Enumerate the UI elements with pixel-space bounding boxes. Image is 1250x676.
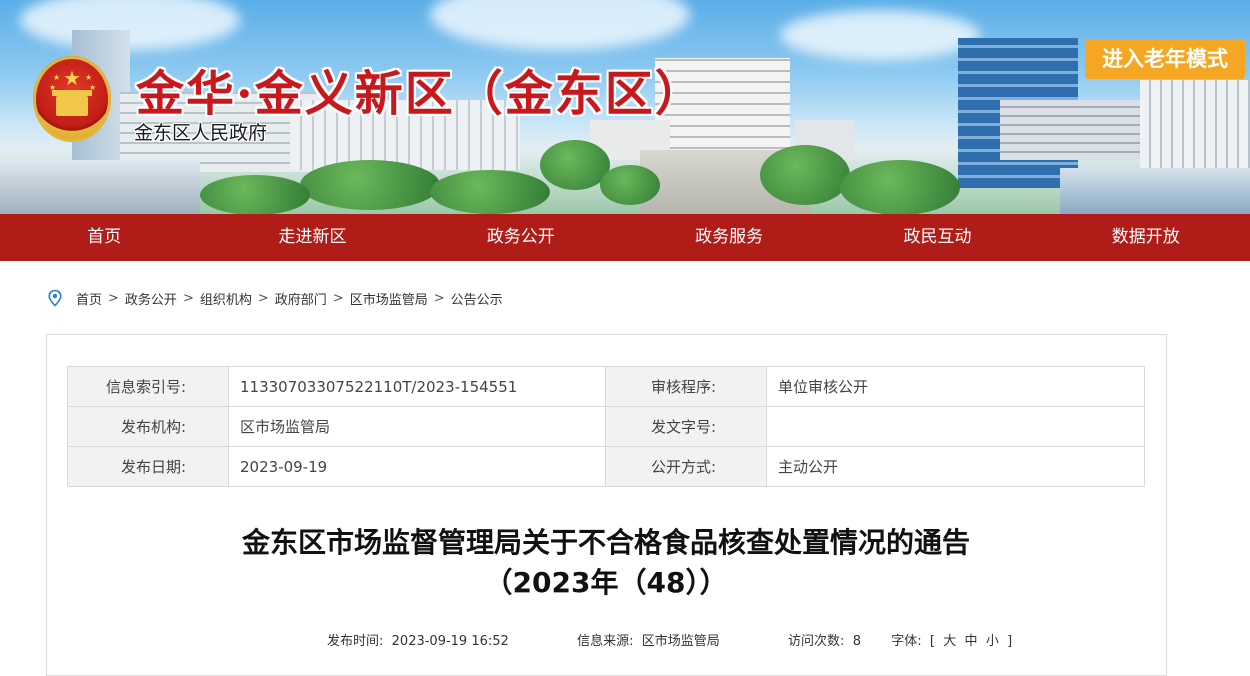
- index-value: 11330703307522110T/2023-154551: [228, 366, 606, 407]
- nav-item-gov-services[interactable]: 政务服务: [625, 214, 833, 261]
- building-image: [1140, 80, 1250, 170]
- nav-item-gov-affairs-open[interactable]: 政务公开: [417, 214, 625, 261]
- table-row: 发布机构: 区市场监管局 发文字号:: [67, 406, 1145, 447]
- breadcrumb-separator: >: [332, 290, 344, 306]
- table-row: 发布日期: 2023-09-19 公开方式: 主动公开: [67, 446, 1145, 487]
- breadcrumb-item[interactable]: 公告公示: [451, 289, 503, 308]
- site-subtitle: 金东区人民政府: [134, 122, 268, 144]
- font-size-medium-button[interactable]: 中: [965, 630, 978, 649]
- visits-count: 8: [852, 634, 861, 649]
- docno-value: [766, 406, 1145, 447]
- breadcrumb-separator: >: [433, 290, 445, 306]
- article-title-line: （2023年（48））: [484, 566, 728, 599]
- breadcrumb-separator: >: [108, 290, 119, 306]
- review-value: 单位审核公开: [766, 366, 1145, 407]
- breadcrumb-item[interactable]: 首页: [76, 289, 102, 308]
- publish-time-label: 发布时间:: [327, 634, 384, 649]
- main-nav: 首页 走进新区 政务公开 政务服务 政民互动 数据开放: [0, 214, 1250, 261]
- visits-label: 访问次数:: [788, 634, 845, 649]
- location-pin-icon: [48, 289, 62, 307]
- gate-icon: [52, 90, 92, 116]
- national-emblem-icon: ★ ★ ★ ★ ★: [33, 56, 111, 142]
- tree-image: [840, 160, 960, 214]
- tree-image: [300, 160, 440, 210]
- site-title: 金华·金义新区（金东区）: [136, 66, 705, 122]
- font-size-small-button[interactable]: 小: [986, 630, 999, 649]
- publish-time-value: 2023-09-19 16:52: [391, 634, 509, 649]
- building-image: [1000, 100, 1160, 160]
- nav-item-open-data[interactable]: 数据开放: [1042, 214, 1250, 261]
- breadcrumb: 首页 > 政务公开 > 组织机构 > 政府部门 > 区市场监管局 > 公告公示: [46, 288, 503, 308]
- star-icon: ★: [53, 73, 61, 82]
- docno-label: 发文字号:: [605, 406, 767, 447]
- tree-image: [430, 170, 550, 214]
- org-label: 发布机构:: [67, 406, 229, 447]
- breadcrumb-item[interactable]: 政府部门: [275, 289, 327, 308]
- breadcrumb-item[interactable]: 政务公开: [125, 289, 177, 308]
- breadcrumb-item[interactable]: 区市场监管局: [350, 289, 428, 308]
- date-value: 2023-09-19: [228, 446, 606, 487]
- cloud-decoration: [20, 0, 240, 50]
- building-image: [0, 160, 200, 214]
- star-icon: ★: [85, 73, 93, 82]
- font-size-bracket: ]: [1007, 634, 1013, 649]
- header-banner: ★ ★ ★ ★ ★ 金华·金义新区（金东区） 金东区人民政府 进入老年模式: [0, 0, 1250, 214]
- index-label: 信息索引号:: [67, 366, 229, 407]
- article-title: 金东区市场监督管理局关于不合格食品核查处置情况的通告 （2023年（48））: [150, 523, 1062, 603]
- font-size-label: 字体:: [891, 634, 922, 649]
- breadcrumb-separator: >: [257, 290, 269, 306]
- breadcrumb-item[interactable]: 组织机构: [200, 289, 252, 308]
- nav-item-interaction[interactable]: 政民互动: [833, 214, 1041, 261]
- tree-image: [760, 145, 850, 205]
- cloud-decoration: [780, 10, 980, 60]
- nav-item-home[interactable]: 首页: [0, 214, 208, 261]
- source-value: 区市场监管局: [641, 634, 720, 649]
- tree-image: [200, 175, 310, 214]
- open-method-value: 主动公开: [766, 446, 1145, 487]
- elder-mode-button[interactable]: 进入老年模式: [1085, 39, 1245, 79]
- info-metadata-table: 信息索引号: 11330703307522110T/2023-154551 审核…: [67, 366, 1145, 487]
- nav-item-about[interactable]: 走进新区: [208, 214, 416, 261]
- review-label: 审核程序:: [605, 366, 767, 407]
- org-value: 区市场监管局: [228, 406, 606, 447]
- breadcrumb-separator: >: [182, 290, 194, 306]
- table-row: 信息索引号: 11330703307522110T/2023-154551 审核…: [67, 366, 1145, 407]
- tree-image: [600, 165, 660, 205]
- font-size-large-button[interactable]: 大: [943, 630, 956, 649]
- article-title-line: 金东区市场监督管理局关于不合格食品核查处置情况的通告: [241, 526, 970, 559]
- date-label: 发布日期:: [67, 446, 229, 487]
- font-size-bracket: [: [929, 634, 935, 649]
- cloud-decoration: [430, 0, 690, 50]
- star-icon: ★: [63, 66, 81, 90]
- building-image: [1060, 168, 1250, 214]
- open-method-label: 公开方式:: [605, 446, 767, 487]
- article-info-bar: 发布时间: 2023-09-19 16:52 信息来源: 区市场监管局 访问次数…: [327, 630, 1012, 649]
- source-label: 信息来源:: [577, 634, 634, 649]
